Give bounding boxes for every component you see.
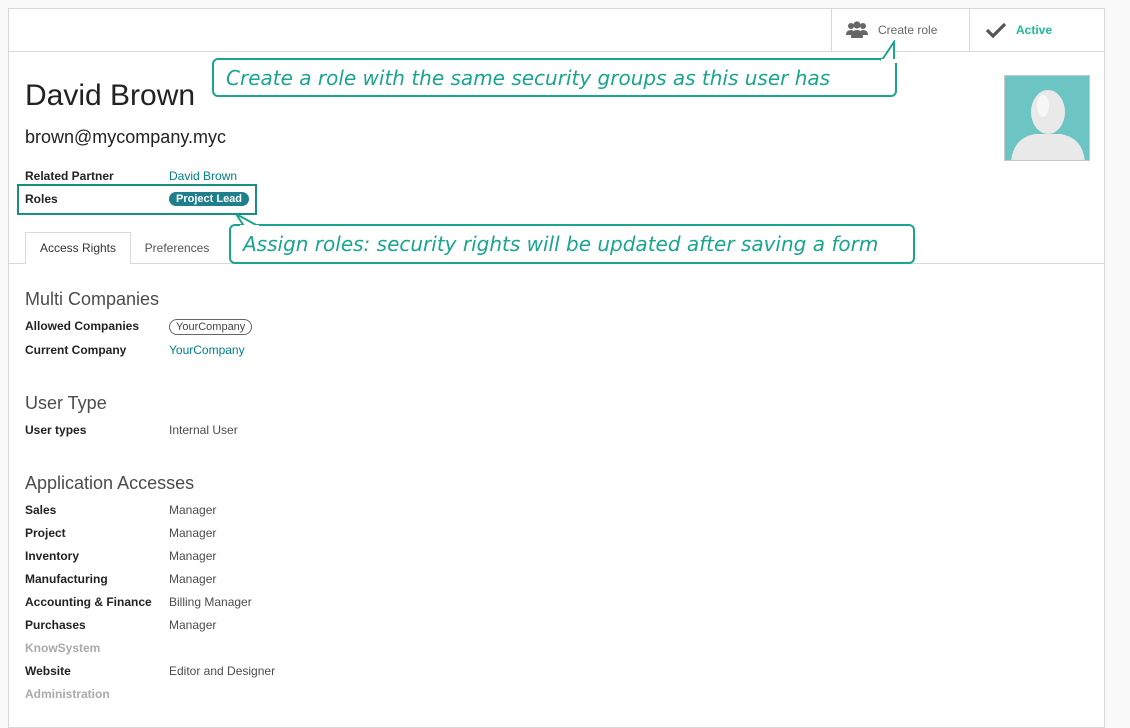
button-box: Create role Active: [9, 9, 1104, 52]
section-user-type: User Type: [25, 393, 107, 413]
callout-assign-roles-pointer: [236, 214, 259, 230]
check-icon: [986, 22, 1006, 38]
avatar[interactable]: [1004, 75, 1090, 161]
access-value-sales[interactable]: Manager: [169, 503, 216, 517]
access-label-project: Project: [25, 526, 66, 540]
access-label-website: Website: [25, 664, 71, 678]
section-multi-companies: Multi Companies: [25, 289, 160, 309]
related-partner-link[interactable]: David Brown: [169, 169, 237, 183]
roles-label: Roles: [25, 192, 58, 206]
access-label-manufacturing: Manufacturing: [25, 572, 108, 586]
access-value-purchases[interactable]: Manager: [169, 618, 216, 632]
user-types-value[interactable]: Internal User: [169, 423, 238, 437]
access-value-accounting[interactable]: Billing Manager: [169, 595, 252, 609]
access-label-inventory: Inventory: [25, 549, 80, 563]
access-label-administration: Administration: [25, 687, 110, 701]
access-label-purchases: Purchases: [25, 618, 86, 632]
callout-create-role-pointer: [880, 40, 897, 63]
current-company-link[interactable]: YourCompany: [169, 343, 245, 357]
tab-access-rights[interactable]: Access Rights: [25, 232, 131, 264]
callout-assign-roles: Assign roles: security rights will be up…: [229, 224, 915, 264]
user-types-label: User types: [25, 423, 87, 437]
allowed-companies-label: Allowed Companies: [25, 319, 140, 333]
access-value-inventory[interactable]: Manager: [169, 549, 216, 563]
callout-assign-roles-text: Assign roles: security rights will be up…: [243, 232, 879, 256]
access-label-sales: Sales: [25, 503, 57, 517]
access-label-accounting: Accounting & Finance: [25, 595, 152, 609]
user-email[interactable]: brown@mycompany.myc: [25, 127, 226, 148]
access-value-manufacturing[interactable]: Manager: [169, 572, 216, 586]
user-name-title[interactable]: David Brown: [25, 79, 195, 113]
users-icon: [846, 21, 868, 39]
current-company-label: Current Company: [25, 343, 127, 357]
role-tag-project-lead[interactable]: Project Lead: [169, 192, 250, 206]
form-sheet: Create role Active David Brown brown@myc…: [8, 8, 1105, 728]
active-toggle-button[interactable]: Active: [969, 9, 1106, 51]
callout-create-role-text: Create a role with the same security gro…: [226, 65, 831, 90]
section-application-accesses: Application Accesses: [25, 473, 195, 493]
allowed-company-tag[interactable]: YourCompany: [169, 319, 253, 335]
callout-create-role: Create a role with the same security gro…: [212, 58, 897, 97]
create-role-label: Create role: [878, 23, 938, 37]
tab-preferences[interactable]: Preferences: [131, 232, 223, 263]
related-partner-label: Related Partner: [25, 169, 114, 183]
active-label: Active: [1016, 23, 1053, 37]
access-label-knowsystem: KnowSystem: [25, 641, 101, 655]
access-value-website[interactable]: Editor and Designer: [169, 664, 275, 678]
user-silhouette-icon: [1011, 90, 1085, 160]
access-value-project[interactable]: Manager: [169, 526, 216, 540]
